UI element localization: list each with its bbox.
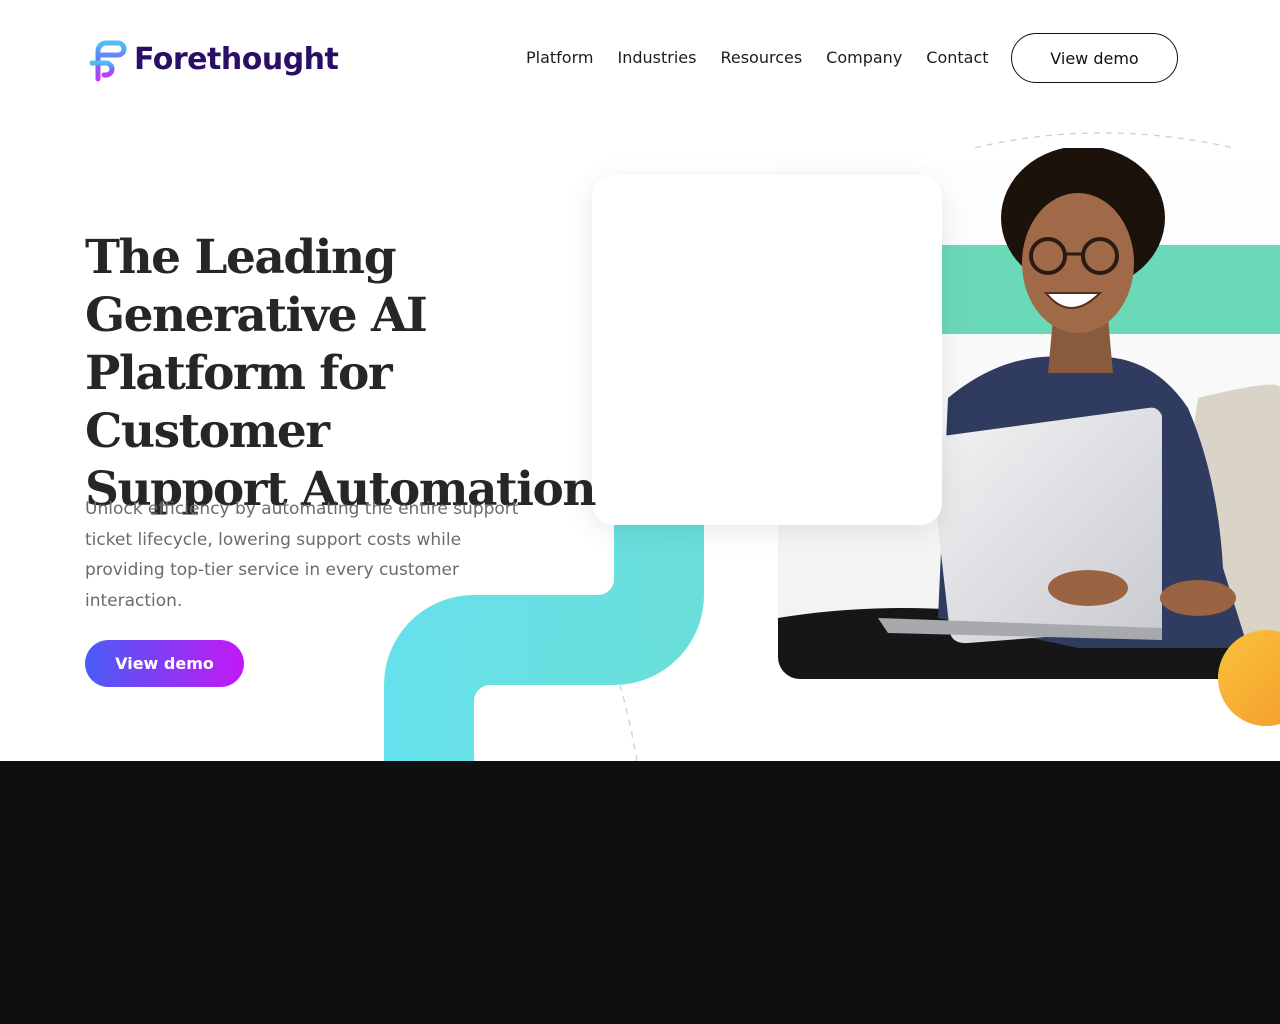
hero-subtitle: Unlock efficiency by automating the enti… (85, 499, 519, 611)
dashed-arc-lower (619, 684, 638, 761)
orange-circle (1218, 630, 1280, 726)
hero-view-demo-button[interactable]: View demo (85, 640, 244, 687)
hero-title: The Leading Generative AI Platform for C… (85, 230, 597, 517)
dark-section (0, 761, 1280, 1024)
